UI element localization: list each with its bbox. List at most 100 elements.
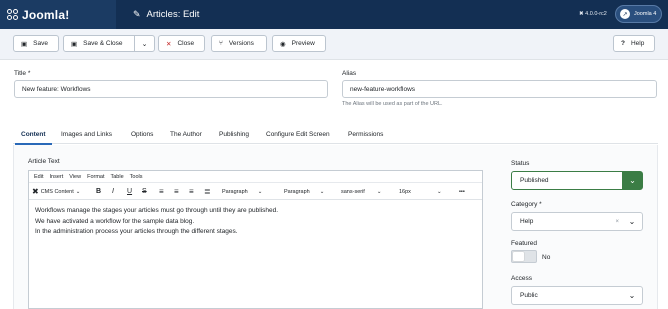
article-editor: Edit Insert View Format Table Tools ✖ CM… — [28, 170, 483, 309]
version-label: ✖ 4.0.0-rc2 — [579, 11, 607, 17]
help-label: Help — [630, 40, 645, 47]
tab-configure-edit-screen[interactable]: Configure Edit Screen — [266, 124, 330, 144]
joomla-logo-icon — [7, 8, 19, 21]
chevron-down-icon: ⌄ — [436, 188, 442, 195]
chevron-down-icon: ⌄ — [628, 217, 636, 226]
toolbar: ▣ Save ▣ Save & Close ⌄ ✕ Close ⑂ Versio… — [0, 29, 668, 60]
tab-permissions[interactable]: Permissions — [348, 124, 383, 144]
menu-edit[interactable]: Edit — [34, 174, 43, 180]
chevron-down-icon: ⌄ — [257, 188, 263, 195]
cms-content-label: CMS Content — [40, 188, 74, 195]
alias-hint: The Alias will be used as part of the UR… — [342, 101, 443, 107]
eye-icon: ◉ — [280, 40, 286, 48]
page-title: ✎ Articles: Edit — [133, 0, 199, 29]
editor-body[interactable]: Workflows manage the stages your article… — [29, 200, 482, 244]
font-family-dropdown[interactable]: sans-serif ⌄ — [341, 186, 381, 197]
featured-toggle[interactable] — [511, 250, 537, 263]
editor-toolbar: ✖ CMS Content ⌄ B I U S ≡ ≡ ≡ ≣ Paragrap… — [29, 183, 482, 200]
category-label: Category * — [511, 201, 542, 208]
paragraph-line: We have activated a workflow for the sam… — [35, 217, 195, 225]
close-button[interactable]: ✕ Close — [158, 35, 205, 52]
access-label: Access — [511, 275, 532, 282]
app-header: Joomla! ✎ Articles: Edit ✖ 4.0.0-rc2 ↗ J… — [0, 0, 668, 29]
chevron-down-icon: ⌄ — [75, 188, 81, 195]
save-label: Save — [33, 40, 48, 47]
strikethrough-button[interactable]: S — [142, 186, 147, 197]
menu-table[interactable]: Table — [111, 174, 124, 180]
access-select[interactable]: Public ⌄ — [511, 286, 643, 305]
logo[interactable]: Joomla! — [0, 0, 116, 29]
align-left-icon[interactable]: ≡ — [159, 186, 164, 197]
chevron-down-icon: ⌄ — [622, 172, 642, 189]
close-label: Close — [177, 40, 195, 47]
align-center-icon[interactable]: ≡ — [174, 186, 179, 197]
featured-value: No — [542, 254, 551, 261]
preview-label: Preview — [291, 40, 315, 47]
more-icon[interactable]: ••• — [459, 186, 465, 197]
close-icon: ✕ — [166, 40, 172, 48]
pencil-icon: ✎ — [133, 9, 141, 19]
block-format-label: Paragraph — [222, 188, 248, 195]
italic-button[interactable]: I — [112, 186, 114, 197]
help-button[interactable]: ? Help — [613, 35, 655, 52]
preview-button[interactable]: ◉ Preview — [272, 35, 326, 52]
access-value: Public — [520, 292, 538, 299]
question-icon: ? — [621, 40, 625, 47]
alias-input[interactable]: new-feature-workflows — [342, 80, 657, 98]
tab-options[interactable]: Options — [131, 124, 153, 144]
clear-icon[interactable]: × — [615, 219, 619, 225]
versions-label: Versions — [228, 40, 254, 47]
chevron-down-icon: ⌄ — [628, 291, 636, 300]
joomla-x-icon: ✖ — [579, 11, 584, 17]
tab-the-author[interactable]: The Author — [170, 124, 202, 144]
bold-button[interactable]: B — [96, 186, 101, 197]
save-close-button[interactable]: ▣ Save & Close ⌄ — [63, 35, 155, 52]
code-branch-icon: ⑂ — [219, 40, 223, 47]
menu-tools[interactable]: Tools — [130, 174, 143, 180]
paragraph-label: Paragraph — [284, 188, 310, 195]
version-text: 4.0.0-rc2 — [585, 11, 607, 17]
toggle-knob — [513, 252, 524, 261]
tab-publishing[interactable]: Publishing — [219, 124, 249, 144]
chevron-down-icon: ⌄ — [376, 188, 382, 195]
chevron-down-icon: ⌄ — [319, 188, 325, 195]
alias-label: Alias — [342, 70, 357, 77]
versions-button[interactable]: ⑂ Versions — [211, 35, 267, 52]
save-button[interactable]: ▣ Save — [13, 35, 59, 52]
tab-bar: Content Images and Links Options The Aut… — [13, 124, 658, 145]
paragraph-line: In the administration process your artic… — [35, 228, 238, 235]
menu-view[interactable]: View — [69, 174, 81, 180]
title-label: Title * — [14, 70, 31, 77]
font-size-dropdown[interactable]: 16px ⌄ — [399, 186, 442, 197]
joomla-logo-icon: ✖ — [32, 187, 39, 196]
save-icon: ▣ — [21, 40, 28, 48]
underline-button[interactable]: U — [127, 186, 132, 197]
status-select[interactable]: Published ⌄ — [511, 171, 643, 190]
page-title-text: Articles: Edit — [146, 9, 200, 20]
tab-content[interactable]: Content — [15, 124, 52, 145]
align-right-icon[interactable]: ≡ — [189, 186, 194, 197]
featured-label: Featured — [511, 240, 538, 247]
status-label: Status — [511, 160, 530, 167]
block-format-dropdown[interactable]: Paragraph ⌄ — [222, 186, 262, 197]
site-link-button[interactable]: ↗ Joomla 4 — [615, 5, 662, 23]
menu-insert[interactable]: Insert — [49, 174, 63, 180]
tab-images-and-links[interactable]: Images and Links — [61, 124, 112, 144]
title-input[interactable]: New feature: Workflows — [14, 80, 328, 98]
editor-menubar: Edit Insert View Format Table Tools — [29, 171, 482, 183]
paragraph-line: Workflows manage the stages your article… — [35, 207, 279, 214]
category-select[interactable]: Help × ⌄ — [511, 212, 643, 231]
menu-format[interactable]: Format — [87, 174, 104, 180]
cms-content-dropdown[interactable]: ✖ CMS Content ⌄ — [32, 186, 80, 197]
category-value: Help — [520, 218, 534, 225]
article-text-label: Article Text — [28, 158, 60, 165]
status-value: Published — [520, 177, 549, 184]
save-close-label: Save & Close — [83, 40, 123, 47]
font-family-label: sans-serif — [341, 188, 365, 195]
chevron-down-icon[interactable]: ⌄ — [134, 36, 154, 51]
brand-label: Joomla 4 — [634, 11, 657, 17]
align-justify-icon[interactable]: ≣ — [204, 186, 211, 197]
external-link-icon: ↗ — [620, 9, 630, 19]
paragraph-dropdown[interactable]: Paragraph ⌄ — [284, 186, 324, 197]
font-size-label: 16px — [399, 188, 411, 195]
